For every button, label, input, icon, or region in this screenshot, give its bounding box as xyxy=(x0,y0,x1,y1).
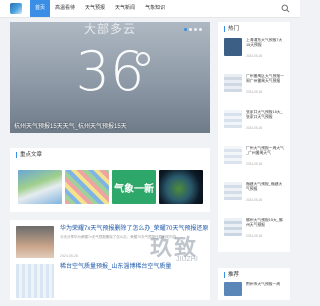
watermark-subtext: JIUZHI xyxy=(176,256,198,263)
hero-temperature: 36 xyxy=(75,40,145,103)
hot-item-date: 2024-05-26 xyxy=(246,90,263,94)
hot-thumbnail[interactable] xyxy=(224,38,242,56)
recommend-item-title[interactable]: 荆州市天气预报一周 xyxy=(246,282,286,287)
nav-item-heat[interactable]: 高温看待 xyxy=(50,0,80,17)
thumbnail-chart[interactable] xyxy=(65,170,109,204)
hot-item-title[interactable]: 福建天气预报_福建天气预报 xyxy=(246,182,286,192)
hot-sidebar: 热门 上海浦东天气预报7天15天预报 2024-05-26 广州番禺区天气预报一… xyxy=(218,22,290,252)
sidebar-title: 热门 xyxy=(224,26,239,32)
hot-thumbnail[interactable] xyxy=(224,218,242,236)
hot-item-title[interactable]: 广州番禺区天气预报一周广州番禺天气预报 xyxy=(246,74,286,84)
article-thumbnail[interactable] xyxy=(16,226,54,260)
hot-item[interactable]: 佛州天气预报15天_佛州天气预报 2024-05-26 xyxy=(224,218,286,242)
nav-item-home[interactable]: 首页 xyxy=(30,0,51,17)
hero-caption[interactable]: 杭州天气预报15天天气_杭州天气预报15天 xyxy=(14,121,127,130)
hot-item-title[interactable]: 张家口天气预报15天_张家口天气预报 xyxy=(246,110,286,120)
hot-item[interactable]: 广州番禺区天气预报一周广州番禺天气预报 2024-05-26 xyxy=(224,74,286,98)
hot-item[interactable]: 张家口天气预报15天_张家口天气预报 2024-05-26 xyxy=(224,110,286,134)
carousel-dot[interactable] xyxy=(199,28,202,31)
carousel-dots xyxy=(184,28,202,31)
hot-thumbnail[interactable] xyxy=(224,146,242,164)
banner-text: 气象一新 xyxy=(114,183,154,195)
hot-item-date: 2024-05-26 xyxy=(246,54,263,58)
carousel-dot[interactable] xyxy=(189,28,192,31)
hot-thumbnail[interactable] xyxy=(224,110,242,128)
sidebar-title: 推荐 xyxy=(224,272,239,278)
article-card[interactable]: 稀台空气质量预报_山东淄博稀台空气质量 xyxy=(10,258,210,300)
recommended-section: 重点文章 气象一新 xyxy=(10,148,210,212)
hot-item-date: 2024-05-26 xyxy=(246,126,263,130)
hot-item-title[interactable]: 上海浦东天气预报7天15天预报 xyxy=(246,38,286,48)
hot-item-date: 2024-05-26 xyxy=(246,234,263,238)
hot-item-date: 2024-05-26 xyxy=(246,198,263,202)
thumbnail-globe[interactable] xyxy=(159,170,203,204)
search-icon[interactable] xyxy=(281,4,290,13)
degree-icon xyxy=(136,52,150,66)
thumbnail-map[interactable] xyxy=(18,170,62,204)
main-nav: 首页 高温看待 天气预报 天气新闻 气象知识 xyxy=(30,0,170,17)
hot-item-title[interactable]: 广州天气预报一周天气_广州番禺天气 xyxy=(246,146,286,156)
hot-item[interactable]: 广州天气预报一周天气_广州番禺天气 2024-05-26 xyxy=(224,146,286,170)
article-title[interactable]: 稀台空气质量预报_山东淄博稀台空气质量 xyxy=(60,263,171,271)
nav-item-forecast[interactable]: 天气预报 xyxy=(80,0,110,17)
nav-item-knowledge[interactable]: 气象知识 xyxy=(140,0,170,17)
site-logo[interactable] xyxy=(10,3,22,14)
carousel-dot[interactable] xyxy=(194,28,197,31)
recommend-item[interactable]: 荆州市天气预报一周 xyxy=(224,282,286,306)
hot-thumbnail[interactable] xyxy=(224,182,242,200)
hot-item-date: 2024-05-26 xyxy=(246,162,263,166)
hero-carousel[interactable]: 大部多云 36 杭州天气预报15天天气_杭州天气预报15天 xyxy=(10,22,210,133)
thumbnail-banner[interactable]: 气象一新 xyxy=(112,170,156,204)
hero-condition-text: 大部多云 xyxy=(83,22,136,36)
hot-item[interactable]: 上海浦东天气预报7天15天预报 2024-05-26 xyxy=(224,38,286,62)
hot-item[interactable]: 福建天气预报_福建天气预报 2024-05-26 xyxy=(224,182,286,206)
hot-thumbnail[interactable] xyxy=(224,74,242,92)
top-navbar: 首页 高温看待 天气预报 天气新闻 气象知识 xyxy=(0,0,300,18)
recommend-thumbnail[interactable] xyxy=(224,282,242,296)
hot-item-title[interactable]: 佛州天气预报15天_佛州天气预报 xyxy=(246,218,286,228)
article-thumbnail[interactable] xyxy=(16,264,54,298)
nav-item-news[interactable]: 天气新闻 xyxy=(110,0,140,17)
recommend-sidebar: 推荐 荆州市天气预报一周 xyxy=(218,268,290,300)
section-title: 重点文章 xyxy=(16,152,42,158)
carousel-dot[interactable] xyxy=(184,28,187,31)
